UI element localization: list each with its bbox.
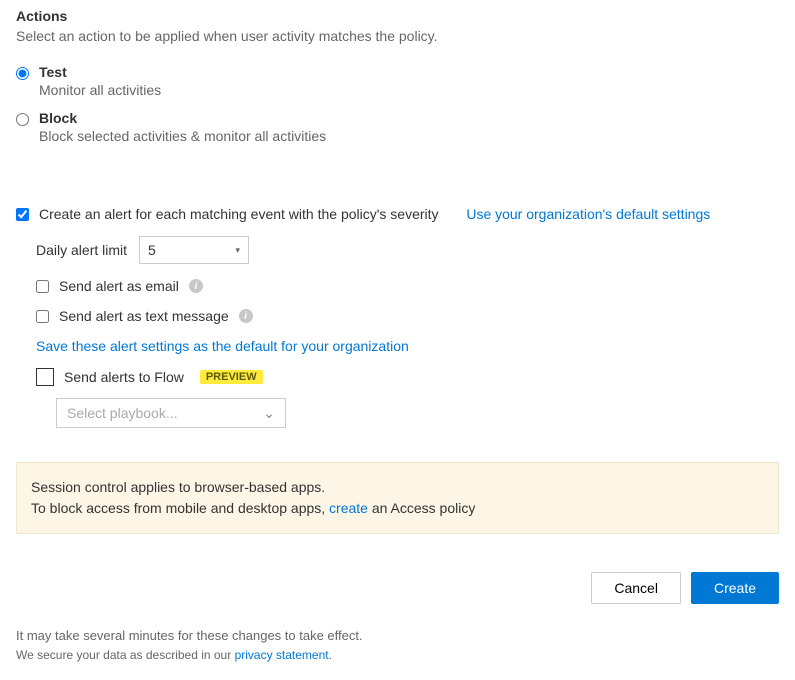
playbook-placeholder: Select playbook... bbox=[67, 405, 178, 421]
send-flow-row: Send alerts to Flow PREVIEW bbox=[36, 368, 779, 386]
daily-limit-select[interactable]: 5 ▾ bbox=[139, 236, 249, 264]
cancel-button[interactable]: Cancel bbox=[591, 572, 681, 604]
daily-limit-value: 5 bbox=[148, 242, 156, 258]
section-title: Actions bbox=[16, 8, 779, 24]
mode-test-desc: Monitor all activities bbox=[39, 82, 161, 98]
footnote-line2b: . bbox=[329, 648, 332, 662]
mode-test-label: Test bbox=[39, 64, 161, 80]
send-sms-label: Send alert as text message bbox=[59, 308, 229, 324]
send-email-label: Send alert as email bbox=[59, 278, 179, 294]
preview-badge: PREVIEW bbox=[200, 370, 263, 384]
send-flow-checkbox[interactable] bbox=[36, 368, 54, 386]
playbook-select[interactable]: Select playbook... ⌄ bbox=[56, 398, 286, 428]
footnote-line2a: We secure your data as described in our bbox=[16, 648, 235, 662]
button-row: Cancel Create bbox=[16, 572, 779, 604]
mode-block-desc: Block selected activities & monitor all … bbox=[39, 128, 326, 144]
banner-line1: Session control applies to browser-based… bbox=[31, 477, 764, 498]
send-sms-row: Send alert as text message i bbox=[36, 308, 779, 324]
section-subtitle: Select an action to be applied when user… bbox=[16, 28, 779, 44]
send-flow-label: Send alerts to Flow bbox=[64, 369, 184, 385]
use-default-settings-link[interactable]: Use your organization's default settings bbox=[466, 206, 710, 222]
save-default-link[interactable]: Save these alert settings as the default… bbox=[36, 338, 779, 354]
send-sms-checkbox[interactable] bbox=[36, 310, 49, 323]
footnote-line1: It may take several minutes for these ch… bbox=[16, 626, 779, 646]
send-email-checkbox[interactable] bbox=[36, 280, 49, 293]
create-alert-label: Create an alert for each matching event … bbox=[39, 206, 439, 222]
create-button[interactable]: Create bbox=[691, 572, 779, 604]
daily-limit-row: Daily alert limit 5 ▾ bbox=[36, 236, 779, 264]
daily-limit-label: Daily alert limit bbox=[36, 242, 127, 258]
mode-test-radio[interactable] bbox=[16, 67, 29, 80]
mode-test-row[interactable]: Test Monitor all activities bbox=[16, 64, 779, 98]
send-email-row: Send alert as email i bbox=[36, 278, 779, 294]
caret-down-icon: ▾ bbox=[235, 245, 240, 256]
privacy-link[interactable]: privacy statement bbox=[235, 648, 329, 662]
mode-block-label: Block bbox=[39, 110, 326, 126]
info-icon[interactable]: i bbox=[189, 279, 203, 293]
info-banner: Session control applies to browser-based… bbox=[16, 462, 779, 534]
banner-create-link[interactable]: create bbox=[329, 500, 368, 516]
footnote: It may take several minutes for these ch… bbox=[16, 626, 779, 664]
info-icon[interactable]: i bbox=[239, 309, 253, 323]
banner-line2b: an Access policy bbox=[368, 500, 475, 516]
create-alert-row: Create an alert for each matching event … bbox=[16, 206, 779, 222]
mode-block-row[interactable]: Block Block selected activities & monito… bbox=[16, 110, 779, 144]
banner-line2a: To block access from mobile and desktop … bbox=[31, 500, 329, 516]
create-alert-checkbox[interactable] bbox=[16, 208, 29, 221]
chevron-down-icon: ⌄ bbox=[263, 405, 275, 422]
mode-block-radio[interactable] bbox=[16, 113, 29, 126]
